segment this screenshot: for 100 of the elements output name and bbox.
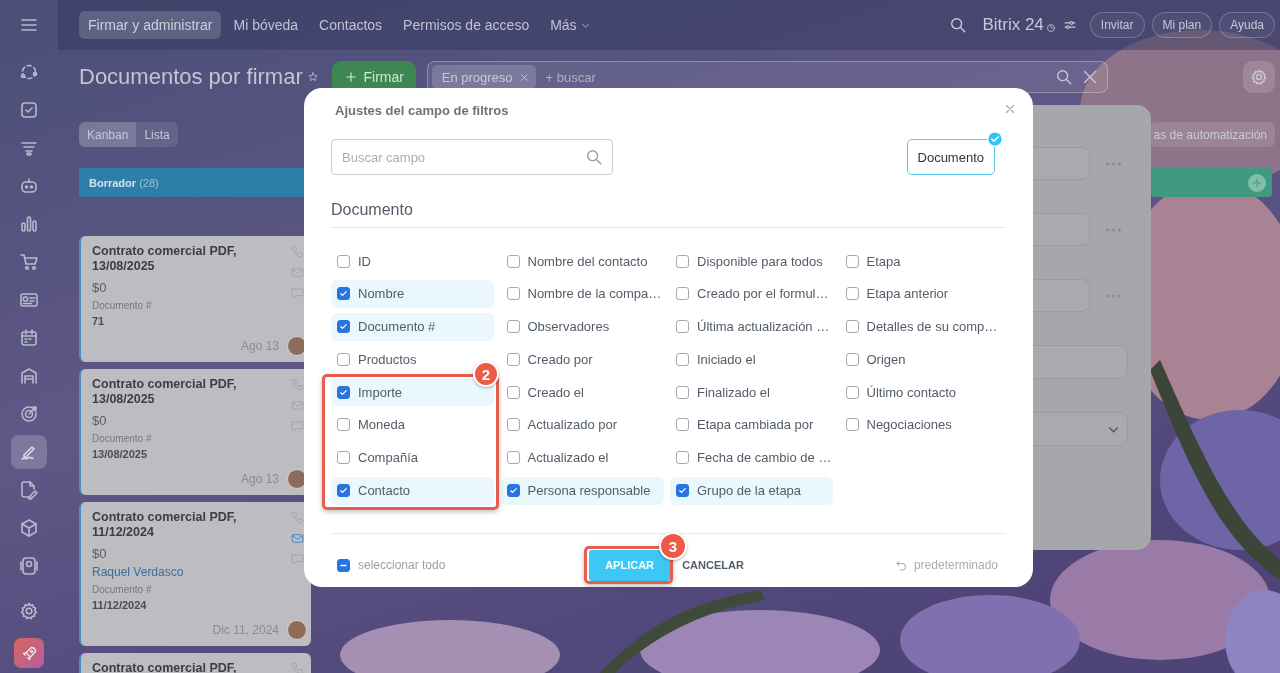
header-button[interactable]: Invitar: [1089, 12, 1145, 38]
nav-tab[interactable]: Permisos de acceso: [394, 11, 539, 39]
checkbox[interactable]: [506, 484, 520, 498]
checkbox[interactable]: [676, 287, 689, 301]
field-option[interactable]: Origen: [839, 345, 1003, 374]
avatar: [287, 469, 307, 489]
field-option[interactable]: Compañía: [331, 443, 494, 472]
close-button[interactable]: [1003, 102, 1017, 116]
field-option[interactable]: ID: [331, 247, 494, 275]
field-label: Documento #: [92, 300, 153, 312]
sliders-icon: [1062, 18, 1077, 32]
field-option[interactable]: Fecha de cambio de …: [670, 443, 833, 472]
checkbox[interactable]: [676, 451, 689, 465]
nav-tab[interactable]: Firmar y administrar: [79, 11, 222, 39]
checkbox[interactable]: [506, 418, 520, 432]
field-option[interactable]: Detalles de su comp…: [839, 312, 1003, 341]
field-option[interactable]: Último contacto: [839, 378, 1003, 407]
dialog-title: Ajustes del campo de filtros: [334, 102, 510, 119]
card-title: Contrato comercial PDF, 13/08/2025: [92, 377, 238, 407]
checkbox[interactable]: [676, 484, 689, 498]
checkbox[interactable]: [337, 352, 350, 366]
checkbox[interactable]: [337, 418, 350, 432]
field-option[interactable]: Disponible para todos: [670, 247, 833, 275]
nav-tab[interactable]: Más: [541, 11, 600, 39]
field-option[interactable]: Nombre de la compa…: [500, 279, 664, 308]
rocket-button[interactable]: [14, 638, 44, 668]
nav-tab[interactable]: Mi bóveda: [224, 11, 308, 39]
phone-icon: [289, 244, 305, 259]
checkbox[interactable]: [506, 254, 520, 268]
checkbox[interactable]: [337, 254, 350, 268]
card-amount: $0: [92, 280, 108, 296]
phone-icon: [289, 661, 305, 673]
search-icon: [585, 148, 603, 166]
field-option[interactable]: Nombre: [331, 279, 494, 308]
checkbox[interactable]: [845, 385, 859, 399]
settings-button[interactable]: [1243, 61, 1275, 93]
checkbox[interactable]: [506, 320, 520, 334]
more-icon: [1106, 227, 1121, 232]
add-button[interactable]: [1248, 173, 1266, 192]
star-icon: [306, 71, 319, 83]
field-option[interactable]: Última actualización …: [670, 312, 833, 341]
checkbox[interactable]: [845, 418, 859, 432]
checkbox[interactable]: [337, 287, 350, 301]
checkbox[interactable]: [337, 451, 350, 465]
robot-icon: [19, 176, 39, 196]
field-option[interactable]: Iniciado el: [670, 345, 833, 374]
checkbox[interactable]: [337, 385, 350, 399]
checkbox[interactable]: [845, 254, 859, 268]
checkbox[interactable]: [506, 352, 520, 366]
checkbox[interactable]: [676, 418, 689, 432]
field-option[interactable]: Observadores: [500, 312, 664, 341]
brand-name: Bitrix 24: [982, 15, 1044, 35]
field-value: 11/12/2024: [92, 599, 148, 612]
close-icon: [1003, 102, 1017, 116]
field-option[interactable]: Etapa anterior: [839, 279, 1003, 308]
field-option[interactable]: Creado por el formul…: [670, 279, 833, 308]
nav-tab[interactable]: Contactos: [310, 11, 392, 39]
checkbox[interactable]: [845, 320, 859, 334]
field-option[interactable]: Contacto: [331, 476, 494, 505]
field-option[interactable]: Grupo de la etapa: [670, 476, 833, 505]
field-option[interactable]: Actualizado por: [500, 411, 664, 439]
garage-icon: [19, 366, 39, 386]
cart-icon: [19, 252, 39, 272]
field-option[interactable]: Negociaciones: [839, 411, 1003, 439]
checkbox[interactable]: [676, 385, 689, 399]
search-field[interactable]: Buscar campo: [331, 139, 613, 175]
check-badge-icon: [987, 131, 1003, 147]
field-option[interactable]: Etapa cambiada por: [670, 411, 833, 439]
field-option[interactable]: Nombre del contacto: [500, 247, 664, 275]
field-label: Documento #: [92, 433, 153, 445]
checkbox[interactable]: [506, 287, 520, 301]
header-button[interactable]: Ayuda: [1219, 12, 1275, 38]
sidebar-item[interactable]: [11, 435, 47, 469]
field-value: 13/08/2025: [92, 448, 149, 461]
field-option[interactable]: Creado el: [500, 378, 664, 407]
checkbox[interactable]: [337, 320, 350, 334]
field-option[interactable]: Actualizado el: [500, 443, 664, 472]
checkbox[interactable]: [845, 287, 859, 301]
checkbox[interactable]: [845, 352, 859, 366]
field-option[interactable]: Creado por: [500, 345, 664, 374]
checkbox[interactable]: [676, 320, 689, 334]
field-option[interactable]: Etapa: [839, 247, 1003, 275]
header-button[interactable]: Mi plan: [1151, 12, 1213, 38]
device-icon: [19, 556, 39, 576]
section-tab[interactable]: Documento: [906, 139, 995, 175]
search-input[interactable]: + buscar: [543, 68, 1047, 86]
field-option[interactable]: Persona responsable: [500, 476, 664, 505]
checkbox[interactable]: [676, 352, 689, 366]
card-title: Contrato comercial PDF, 13/08/2025: [92, 244, 238, 274]
checkbox[interactable]: [337, 558, 350, 572]
field-option[interactable]: Documento #: [331, 312, 494, 341]
checkbox[interactable]: [337, 484, 350, 498]
field-option[interactable]: Moneda: [331, 411, 494, 439]
checkbox[interactable]: [676, 254, 689, 268]
field-option[interactable]: Finalizado el: [670, 378, 833, 407]
search-icon: [949, 16, 968, 34]
page-title: Documentos por firmar: [79, 64, 303, 90]
checkbox[interactable]: [506, 451, 520, 465]
checkbox[interactable]: [506, 385, 520, 399]
view-tab[interactable]: Lista: [136, 122, 178, 147]
